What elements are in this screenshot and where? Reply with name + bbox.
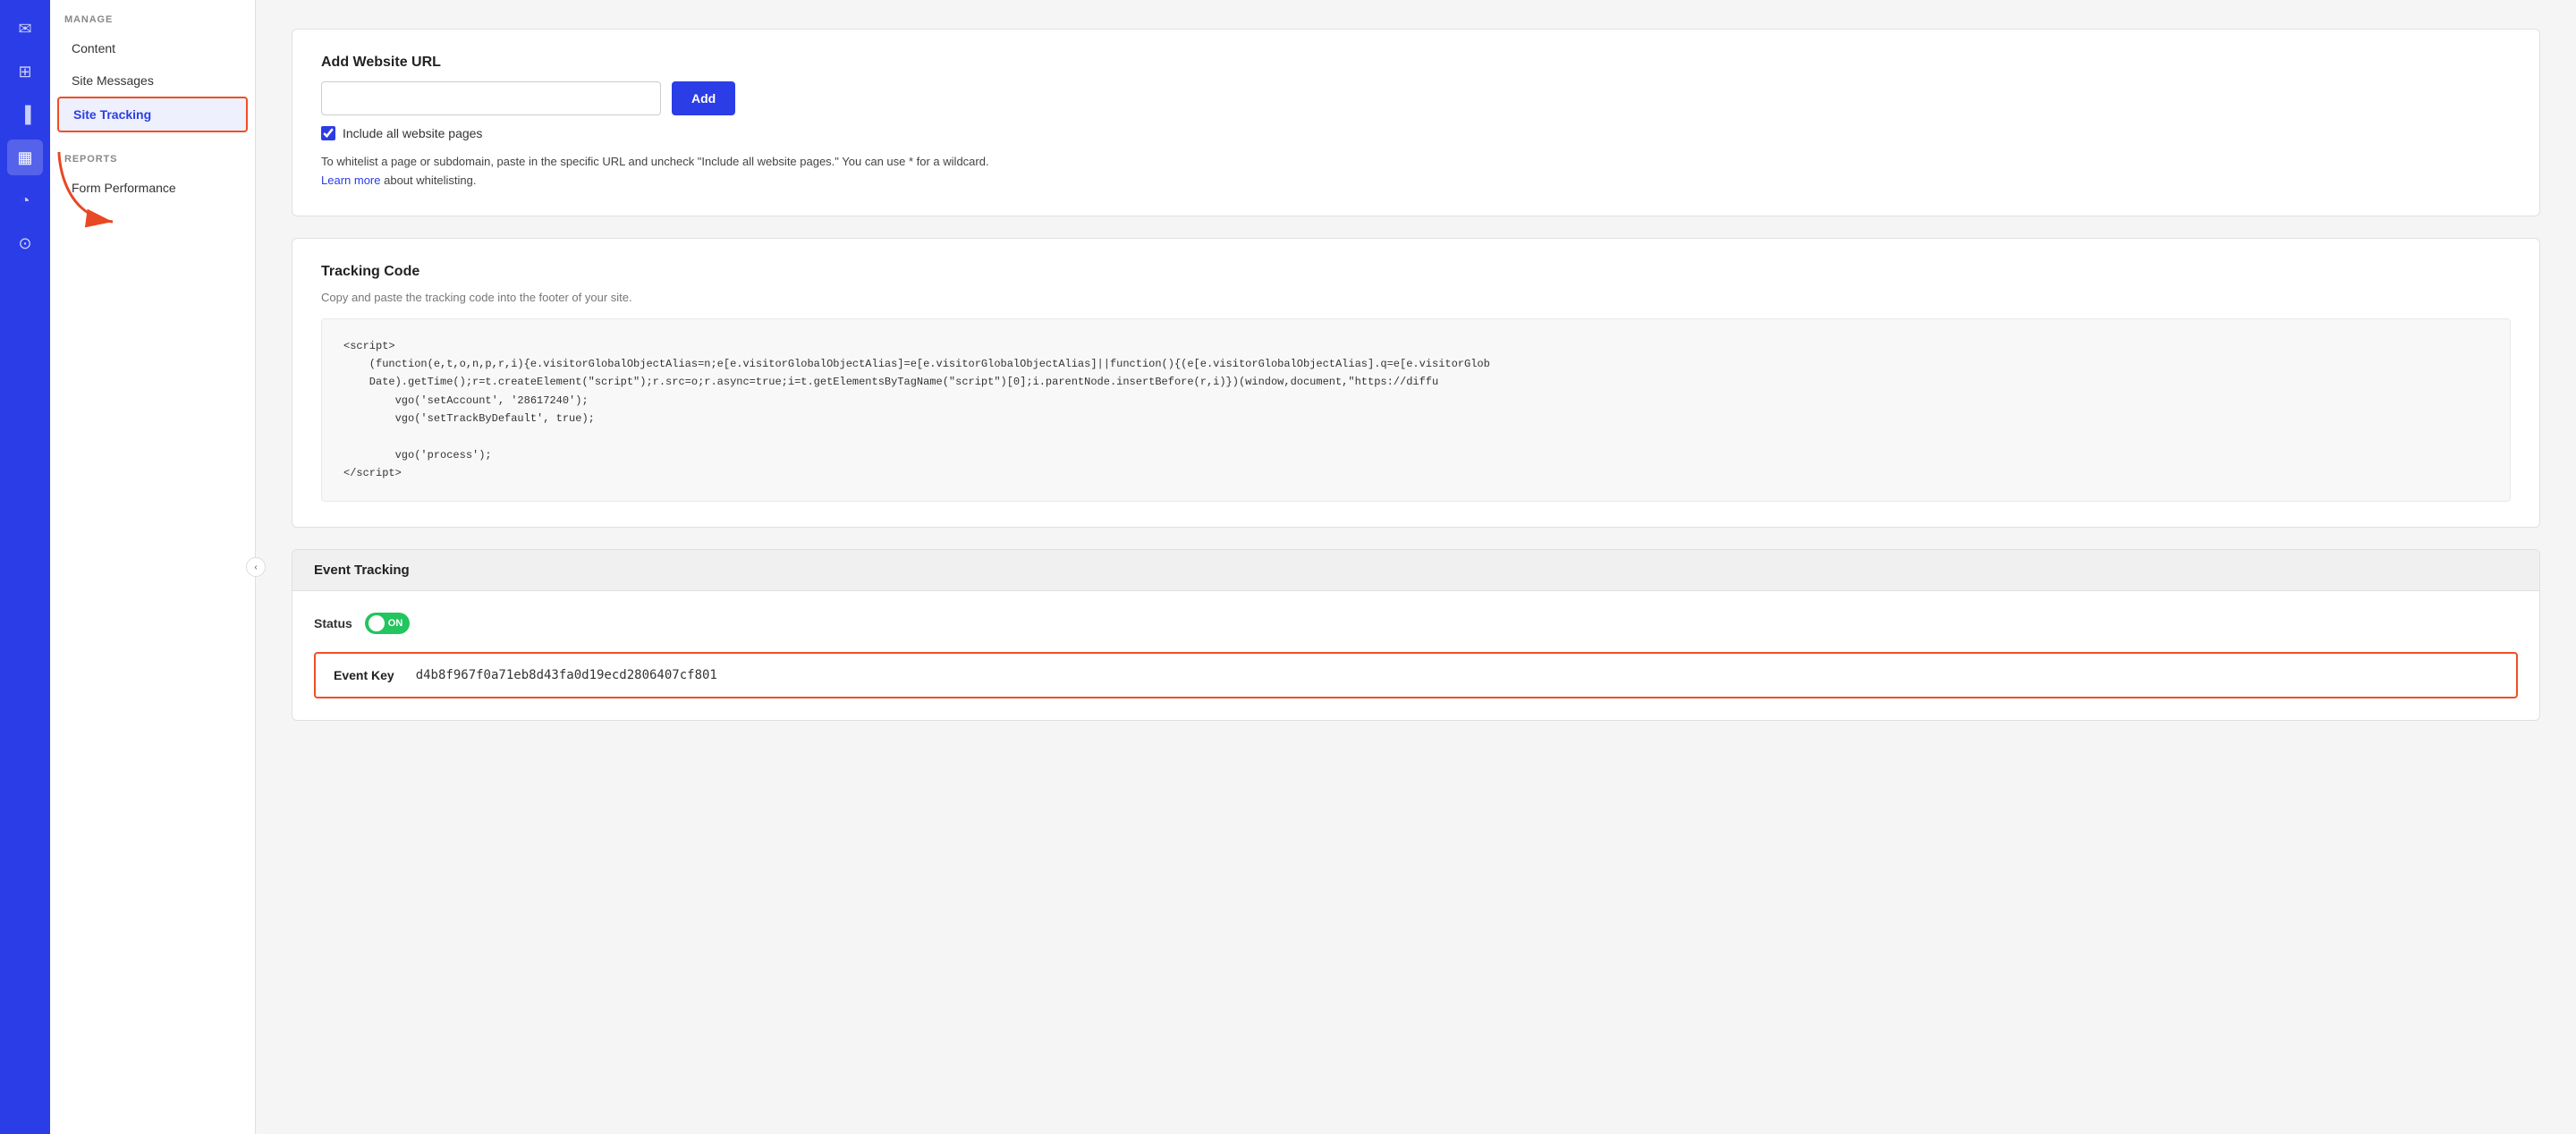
upload-nav-icon[interactable]: ⊙	[7, 225, 43, 261]
add-website-url-section: Add Website URL Add Include all website …	[292, 29, 2540, 216]
status-row: Status ON	[314, 613, 2518, 634]
toggle-knob	[369, 615, 385, 631]
whitelist-suffix-text: about whitelisting.	[384, 173, 476, 187]
learn-more-link[interactable]: Learn more	[321, 173, 380, 187]
chart-bar-nav-icon[interactable]: ▐	[7, 97, 43, 132]
event-key-value: d4b8f967f0a71eb8d43fa0d19ecd2806407cf801	[416, 668, 717, 682]
tracking-code-title: Tracking Code	[321, 264, 2511, 280]
main-content: Add Website URL Add Include all website …	[256, 0, 2576, 1134]
add-url-button[interactable]: Add	[672, 81, 735, 115]
tracking-code-section: Tracking Code Copy and paste the trackin…	[292, 238, 2540, 528]
whitelist-info: To whitelist a page or subdomain, paste …	[321, 153, 2511, 190]
event-tracking-header: Event Tracking	[292, 550, 2539, 591]
status-toggle[interactable]: ON	[365, 613, 411, 634]
sidebar-item-site-messages[interactable]: Site Messages	[57, 64, 248, 97]
status-label: Status	[314, 616, 352, 630]
email-nav-icon[interactable]: ✉	[7, 11, 43, 47]
sidebar: MANAGE Content Site Messages Site Tracki…	[50, 0, 256, 1134]
url-input-row: Add	[321, 81, 2511, 115]
url-input[interactable]	[321, 81, 661, 115]
reports-section-label: REPORTS	[50, 154, 255, 172]
include-all-pages-label: Include all website pages	[343, 126, 482, 140]
tracking-code-block[interactable]: <script> (function(e,t,o,n,p,r,i){e.visi…	[321, 318, 2511, 502]
manage-section-label: MANAGE	[50, 14, 255, 32]
event-key-box: Event Key d4b8f967f0a71eb8d43fa0d19ecd28…	[314, 652, 2518, 698]
icon-bar: ✉ ⊞ ▐ ▦ ◔ ⊙	[0, 0, 50, 1134]
sidebar-item-form-performance[interactable]: Form Performance	[57, 172, 248, 204]
add-url-title: Add Website URL	[321, 55, 2511, 71]
network-nav-icon[interactable]: ⊞	[7, 54, 43, 89]
include-all-pages-row: Include all website pages	[321, 126, 2511, 140]
event-tracking-body: Status ON Event Key d4b8f967f0a71eb8d43f…	[292, 591, 2539, 720]
event-key-label: Event Key	[334, 668, 394, 682]
toggle-on-label: ON	[388, 618, 403, 629]
sidebar-item-site-tracking[interactable]: Site Tracking	[57, 97, 248, 132]
whitelist-info-text: To whitelist a page or subdomain, paste …	[321, 155, 989, 168]
pie-chart-nav-icon[interactable]: ◔	[7, 182, 43, 218]
sidebar-item-content[interactable]: Content	[57, 32, 248, 64]
event-tracking-section: Event Tracking Status ON Event Key d4b8f…	[292, 549, 2540, 721]
include-all-pages-checkbox[interactable]	[321, 126, 335, 140]
tracking-code-subtitle: Copy and paste the tracking code into th…	[321, 291, 2511, 304]
grid-nav-icon[interactable]: ▦	[7, 140, 43, 175]
sidebar-collapse-button[interactable]: ‹	[246, 557, 266, 577]
